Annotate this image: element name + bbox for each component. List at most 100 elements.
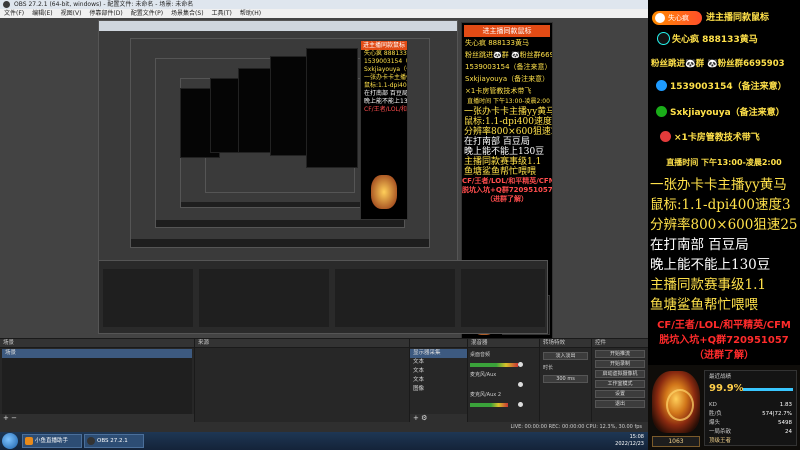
taskbar-app-label: 小鱼直播助手 (35, 438, 69, 444)
settings-icon[interactable]: ⚙ (421, 414, 427, 422)
volume-slider[interactable] (518, 402, 523, 407)
menu-tools[interactable]: 工具(T) (208, 9, 236, 18)
mirror-contact: Sxkjiayouya（备注来意） (465, 75, 550, 83)
promo-line: 脱坑入坑+Q群720951057 (659, 335, 789, 346)
mixer-dock: 混音器 桌面音频 麦克风/Aux 麦克风/Aux 2 (468, 339, 540, 423)
mirror-line: 一张办卡卡主播yy黄马 (464, 107, 553, 117)
menu-view[interactable]: 视图(V) (57, 9, 86, 18)
sources-dock-title: 来源 (195, 339, 409, 348)
win-rate-bar-fill (743, 388, 793, 391)
source-item[interactable]: 文本 (410, 358, 467, 367)
mixer-track: 麦克风/Aux 2 (470, 391, 537, 398)
start-recording-button[interactable]: 开始录制 (595, 360, 645, 368)
source-item[interactable]: 图像 (410, 385, 467, 394)
wechat-icon (656, 106, 667, 117)
stat-value: 574|72.7% (762, 411, 792, 417)
clock-time: 15:08 (629, 434, 644, 440)
rank-title: 顶级王者 (709, 438, 732, 444)
promo-line: （进群了解） (694, 350, 754, 361)
start-streaming-button[interactable]: 开始推流 (595, 350, 645, 358)
streamer-badge: 失心疯 (652, 11, 702, 25)
mirror-promo: （进群了解） (486, 195, 528, 203)
transition-duration-input[interactable]: 300 ms (543, 375, 588, 383)
info-line: 鱼塘鲨鱼帮忙喂喂 (650, 297, 758, 313)
mixer-track: 桌面音频 (470, 351, 537, 358)
menu-edit[interactable]: 编辑(E) (28, 9, 56, 18)
stats-label: 最近战绩 (709, 374, 732, 380)
mirror-promo: CF/王者/LOL/和平精英/CFM (462, 177, 553, 185)
win-rate: 99.9% (709, 383, 744, 394)
info-line: 晚上能不能上130豆 (650, 257, 771, 273)
settings-button[interactable]: 设置 (595, 390, 645, 398)
mirror-line: 晚上能不能上130豆 (364, 98, 408, 105)
scenes-dock: 场景 场景 + − (0, 339, 195, 423)
mirror-docks (98, 260, 548, 334)
obs-window: OBS 27.2.1 (64-bit, windows) - 配置文件: 未命名… (0, 0, 648, 450)
app-icon (25, 437, 33, 445)
source-item[interactable]: 文本 (410, 376, 467, 385)
player-level: 1063 (652, 436, 700, 447)
info-line: 主播同款赛事级1.1 (650, 277, 766, 293)
live-schedule: 直播时间 下午13:00-凌晨2:00 (666, 158, 782, 167)
virtual-camera-button[interactable]: 启动虚拟摄像机 (595, 370, 645, 378)
window-title: OBS 27.2.1 (64-bit, windows) - 配置文件: 未命名… (14, 1, 194, 8)
mirror-contact: 1539003154（备注来意） (364, 58, 408, 65)
system-clock[interactable]: 15:08 2022/12/23 (615, 434, 644, 448)
sources-dock: 来源 (195, 339, 410, 423)
transition-select[interactable]: 淡入淡出 (543, 352, 588, 360)
stat-label: 胜/负 (709, 411, 722, 417)
mirror-header: 进主播同款鼠标 (361, 41, 407, 50)
clock-date: 2022/12/23 (615, 441, 644, 447)
contact-fans-group: 粉丝跳进🐼群 🐼粉丝群6695903 (651, 56, 785, 72)
add-source-icon[interactable]: + (413, 414, 419, 422)
taskbar-app[interactable]: OBS 27.2.1 (84, 434, 144, 448)
menu-file[interactable]: 文件(F) (0, 9, 28, 18)
studio-mode-button[interactable]: 工作室模式 (595, 380, 645, 388)
scene-item[interactable]: 场景 (2, 349, 192, 358)
transitions-dock-title: 转场特效 (540, 339, 591, 348)
mirror-panel-small: 进主播同款鼠标 失心疯 888133黄马 1539003154（备注来意） Sx… (360, 40, 408, 220)
source-item[interactable]: 显示器采集 (410, 349, 467, 358)
stat-label: KD (709, 402, 717, 408)
contact-text: 失心疯 888133黄马 (672, 35, 758, 45)
menu-scene-collection[interactable]: 场景集合(S) (167, 9, 208, 18)
start-button[interactable] (2, 433, 18, 449)
stats-box: 最近战绩 99.9% KD 1.83 胜/负 574|72.7% 爆头 5498 一局… (704, 370, 797, 446)
scenes-dock-title: 场景 (0, 339, 194, 348)
panel-header-text: 进主播同款鼠标 (706, 13, 770, 23)
stat-label: 爆头 (709, 420, 721, 426)
volume-slider[interactable] (518, 362, 523, 367)
mixer-track: 麦克风/Aux (470, 371, 537, 378)
info-line: 鼠标:1.1-dpi400速度3 (650, 197, 791, 213)
sources-list-panel: 显示器采集 文本 文本 文本 图像 + ⚙ (410, 339, 468, 423)
info-line: 一张办卡卡主播yy黄马 (650, 177, 787, 193)
mixer-track-name: 麦克风/Aux 2 (470, 392, 502, 398)
obs-logo-icon (3, 1, 10, 8)
menu-profile[interactable]: 配置文件(P) (127, 9, 167, 18)
volume-slider[interactable] (518, 382, 523, 387)
audio-meter (470, 403, 508, 407)
mirror-contact: ×1卡房管教技术带飞 (465, 87, 532, 95)
obs-docks: 场景 场景 + − 来源 显示器采集 文本 文本 文本 图像 + ⚙ 混音器 桌… (0, 338, 648, 423)
menu-docks[interactable]: 停靠部件(D) (85, 9, 126, 18)
menu-help[interactable]: 帮助(H) (236, 9, 265, 18)
mirror-line: 晚上能不能上130豆 (464, 147, 545, 157)
game-stats-card: 1063 最近战绩 99.9% KD 1.83 胜/负 574|72.7% 爆头 54… (648, 365, 800, 450)
mirror-promo: 脱坑入坑+Q群720951057 (462, 186, 553, 194)
status-bar: LIVE: 00:00:00 REC: 00:00:00 CPU: 12.3%,… (0, 422, 648, 432)
mixer-track-name: 麦克风/Aux (470, 372, 497, 378)
mirror-line: 分辨率800×600狙速25 (464, 127, 553, 137)
qq-icon (656, 80, 667, 91)
contact-text: 粉丝跳进🐼群 🐼粉丝群6695903 (651, 59, 785, 69)
contact-text: 1539003154（备注来意） (670, 82, 787, 92)
remove-scene-icon[interactable]: − (11, 414, 17, 422)
screen: OBS 27.2.1 (64-bit, windows) - 配置文件: 未命名… (0, 0, 800, 450)
contact-text: ×1卡房管教技术带飞 (674, 133, 760, 143)
source-item[interactable]: 文本 (410, 367, 467, 376)
obs-preview[interactable]: 进主播同款鼠标 失心疯 888133黄马 1539003154（备注来意） Sx… (0, 18, 648, 338)
taskbar-app[interactable]: 小鱼直播助手 (22, 434, 82, 448)
contact-wechat: Sxkjiayouya（备注来意） (656, 105, 785, 121)
add-scene-icon[interactable]: + (3, 414, 9, 422)
stat-label: 一局杀敌 (709, 429, 732, 435)
exit-button[interactable]: 退出 (595, 400, 645, 408)
